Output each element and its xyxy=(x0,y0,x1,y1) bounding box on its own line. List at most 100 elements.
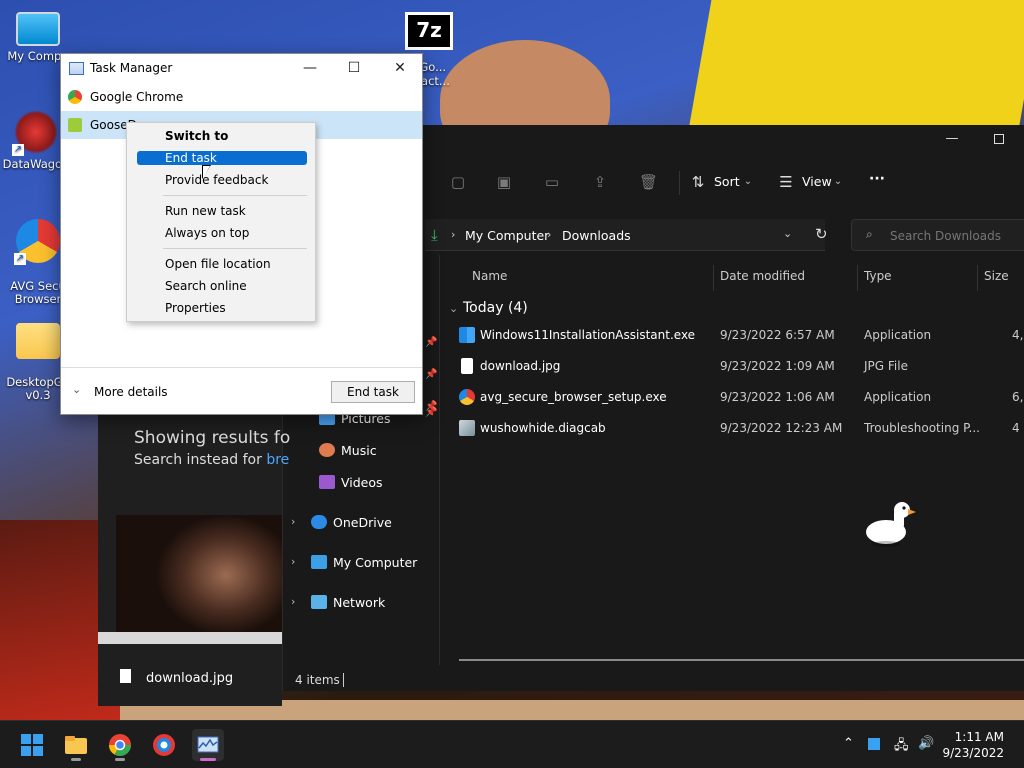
task-manager-icon xyxy=(69,62,84,75)
table-row[interactable]: avg_secure_browser_setup.exe 9/23/2022 1… xyxy=(457,384,1024,412)
chevron-right-icon: › xyxy=(451,228,456,241)
image-thumbnail[interactable] xyxy=(116,515,282,633)
nav-item-music[interactable]: Music xyxy=(319,443,377,458)
menu-item-provide-feedback[interactable]: Provide feedback xyxy=(137,173,307,187)
column-header-size[interactable]: Size xyxy=(984,269,1009,283)
taskbar: ⌃ 🖧 🔊 1:11 AM 9/23/2022 xyxy=(0,720,1024,768)
volume-icon[interactable]: 🔊 xyxy=(918,736,934,751)
nav-item-label: My Computer xyxy=(333,555,418,570)
taskbar-app-chrome[interactable] xyxy=(104,729,136,761)
file-type: Application xyxy=(864,328,932,342)
chevron-down-icon[interactable]: ⌄ xyxy=(783,227,792,240)
maximize-button[interactable]: ☐ xyxy=(343,58,365,78)
minimize-button[interactable]: — xyxy=(944,131,960,147)
file-name: wushowhide.diagcab xyxy=(480,421,606,435)
folder-icon xyxy=(65,736,87,754)
menu-item-switch-to[interactable]: Switch to xyxy=(137,129,307,143)
sort-icon[interactable]: ⇅ xyxy=(689,173,707,191)
menu-item-search-online[interactable]: Search online xyxy=(137,279,307,293)
chrome-icon xyxy=(109,734,131,756)
paste-icon[interactable]: ▣ xyxy=(495,173,513,191)
menu-item-always-on-top[interactable]: Always on top xyxy=(137,226,307,240)
network-icon[interactable]: 🖧 xyxy=(894,736,909,758)
table-row[interactable]: Windows11InstallationAssistant.exe 9/23/… xyxy=(457,322,1024,350)
menu-item-end-task[interactable]: End task xyxy=(137,151,307,165)
start-button[interactable] xyxy=(16,729,48,761)
nav-item-onedrive[interactable]: OneDrive xyxy=(311,515,392,530)
close-button[interactable]: ✕ xyxy=(389,58,411,78)
network-icon xyxy=(311,595,327,609)
sevenzip-icon[interactable]: 7z xyxy=(405,12,453,50)
file-date: 9/23/2022 1:09 AM xyxy=(720,359,835,373)
goose-icon[interactable] xyxy=(864,500,918,550)
menu-item-open-file-location[interactable]: Open file location xyxy=(137,257,307,271)
image-file-icon xyxy=(461,358,473,374)
nav-item-videos[interactable]: Videos xyxy=(319,475,383,490)
folder-icon xyxy=(16,323,60,359)
nav-item-network[interactable]: Network xyxy=(311,595,385,610)
menu-separator xyxy=(163,248,307,249)
search-box[interactable]: ⌕ xyxy=(851,219,1024,251)
refresh-icon[interactable]: ↻ xyxy=(815,225,828,243)
status-divider xyxy=(343,673,344,687)
chevron-right-icon[interactable]: › xyxy=(291,595,295,608)
results-heading: Showing results fo xyxy=(134,428,291,448)
column-header-date-modified[interactable]: Date modified xyxy=(720,269,805,283)
sort-button[interactable]: Sort xyxy=(714,174,740,189)
chevron-down-icon[interactable]: ⌄ xyxy=(449,302,458,315)
search-instead-link[interactable]: bre xyxy=(266,452,289,468)
chevron-right-icon[interactable]: › xyxy=(291,555,295,568)
file-type: JPG File xyxy=(864,359,908,373)
copy-icon[interactable]: ▢ xyxy=(449,173,467,191)
maximize-button[interactable] xyxy=(994,134,1004,144)
running-indicator xyxy=(71,758,81,761)
nav-item-label: Music xyxy=(341,443,377,458)
table-row[interactable]: download.jpg 9/23/2022 1:09 AM JPG File xyxy=(457,353,1024,381)
breadcrumb-downloads[interactable]: Downloads xyxy=(562,228,631,243)
table-row[interactable]: wushowhide.diagcab 9/23/2022 12:23 AM Tr… xyxy=(457,415,1024,443)
taskbar-app-task-manager[interactable] xyxy=(192,729,224,761)
group-header-today[interactable]: Today (4) xyxy=(463,300,528,316)
end-task-button[interactable]: End task xyxy=(331,381,415,403)
share-icon[interactable]: ⇪ xyxy=(591,173,609,191)
goose-app-icon xyxy=(68,118,82,132)
tray-app-icon[interactable] xyxy=(868,738,880,750)
task-manager-icon xyxy=(197,736,219,753)
file-icon xyxy=(120,669,131,683)
file-date: 9/23/2022 6:57 AM xyxy=(720,328,835,342)
system-clock[interactable]: 1:11 AM 9/23/2022 xyxy=(942,729,1004,761)
chevron-down-icon: ⌄ xyxy=(743,176,753,187)
file-name: avg_secure_browser_setup.exe xyxy=(480,390,667,404)
view-icon[interactable]: ☰ xyxy=(777,173,795,191)
menu-item-properties[interactable]: Properties xyxy=(137,301,307,315)
menu-item-run-new-task[interactable]: Run new task xyxy=(137,204,307,218)
search-input[interactable] xyxy=(890,227,1024,245)
task-manager-footer: ⌄ More details End task xyxy=(61,367,422,414)
nav-item-my-computer[interactable]: My Computer xyxy=(311,555,417,570)
rename-icon[interactable]: ▭ xyxy=(543,173,561,191)
view-button[interactable]: View xyxy=(802,174,832,189)
process-row-chrome[interactable]: Google Chrome xyxy=(61,83,422,111)
column-header-type[interactable]: Type xyxy=(864,269,892,283)
more-details-button[interactable]: More details xyxy=(94,385,168,399)
music-icon xyxy=(319,443,335,457)
breadcrumb-my-computer[interactable]: My Computer xyxy=(465,228,549,243)
menu-separator xyxy=(163,195,307,196)
show-hidden-icons-chevron-up-icon[interactable]: ⌃ xyxy=(843,736,854,751)
horizontal-scrollbar[interactable] xyxy=(459,659,1024,661)
status-item-count: 4 items xyxy=(295,673,340,687)
videos-icon xyxy=(319,475,335,489)
more-options-button[interactable]: ··· xyxy=(869,171,885,187)
file-type: Application xyxy=(864,390,932,404)
minimize-button[interactable]: — xyxy=(299,58,321,78)
download-file-name[interactable]: download.jpg xyxy=(146,671,233,686)
taskbar-app-avg-browser[interactable] xyxy=(148,729,180,761)
column-header-name[interactable]: Name xyxy=(472,269,507,283)
taskbar-app-file-explorer[interactable] xyxy=(60,729,92,761)
pin-icon: 📌 xyxy=(425,337,438,348)
chevron-right-icon[interactable]: › xyxy=(291,515,295,528)
horizontal-scrollbar[interactable] xyxy=(98,632,282,644)
chevron-down-icon[interactable]: ⌄ xyxy=(72,383,81,396)
delete-icon[interactable]: 🗑 xyxy=(639,173,658,191)
address-bar[interactable]: ⤓ › My Computer › Downloads ⌄ ↻ xyxy=(425,219,828,251)
